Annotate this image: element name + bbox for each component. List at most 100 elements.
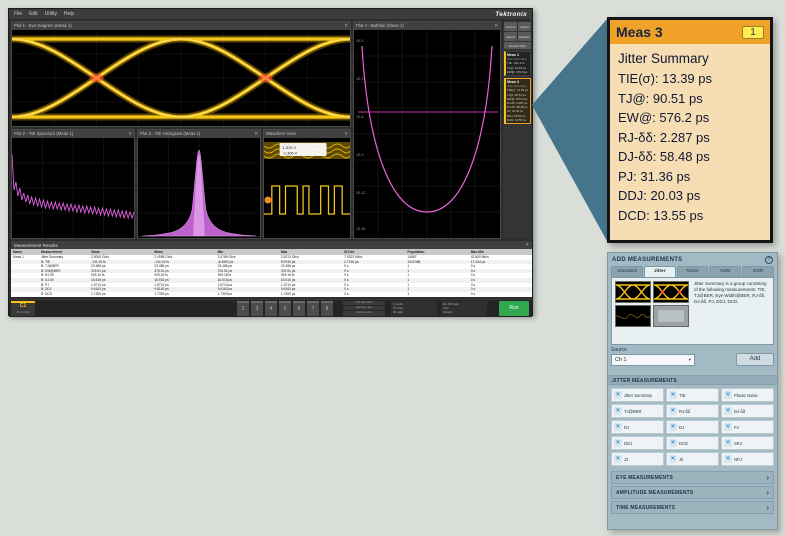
toolbar-button[interactable]: Measure <box>518 32 531 41</box>
run-button[interactable]: Run <box>499 301 529 316</box>
histogram-plot-title: Plot 3 - TIE Histogram (Meas 1) <box>140 130 200 138</box>
close-icon[interactable]: ✕ <box>494 22 498 30</box>
results-cell: 0 s <box>469 292 532 297</box>
histogram-canvas[interactable] <box>138 138 260 238</box>
menu-item[interactable]: Utility <box>45 11 57 17</box>
measurement-item[interactable]: ✕ RJ-δδ <box>666 404 719 418</box>
meas3-badge[interactable]: Meas 3 Jitter Summary TIE(σ): 13.39 psTJ… <box>504 78 531 124</box>
source-row: Source Ch 1 ▾ Add <box>611 347 774 373</box>
tab-jitter[interactable]: Jitter <box>644 266 676 277</box>
page: FileEditUtilityHelp Tektronix Plot 1 - E… <box>0 0 785 536</box>
callout-line: EW@: 576.2 ps <box>618 108 762 128</box>
help-icon[interactable]: ? <box>765 256 773 264</box>
chevron-right-icon: › <box>766 472 769 483</box>
measurement-label: PJ <box>734 425 739 430</box>
meas1-badge[interactable]: Meas 1 Jitter Summary TIE: -131.2 fsTJ@:… <box>504 51 531 76</box>
histogram-plot-titlebar[interactable]: Plot 3 - TIE Histogram (Meas 1) ✕ <box>138 130 260 138</box>
tab-ddr[interactable]: DDR <box>742 266 774 277</box>
overlay-value: -1.306 V <box>283 150 298 155</box>
collapsed-section-row[interactable]: AMPLITUDE MEASUREMENTS › <box>611 486 774 499</box>
results-panel: Measurement Results ✕ Name Measurement V… <box>11 241 532 297</box>
add-new-button[interactable]: Add New Ref <box>343 306 385 310</box>
close-icon[interactable]: ✕ <box>344 22 348 30</box>
measurement-item[interactable]: ✕ Jitter Summary <box>611 388 664 402</box>
channel-button[interactable]: 7 <box>307 301 319 316</box>
measurement-item[interactable]: ✕ PJ <box>721 420 774 434</box>
measurement-item[interactable]: ✕ SRJ <box>721 436 774 450</box>
add-button[interactable]: Add <box>736 353 774 366</box>
spectrum-graphic <box>12 138 134 238</box>
results-cell: 0 s <box>342 292 405 297</box>
acquisition-info-box[interactable]: RL: 250 kptsAutoSample <box>441 301 487 316</box>
close-icon[interactable]: ✕ <box>128 130 132 138</box>
spectrum-plot-titlebar[interactable]: Plot 2 - TIE Spectrum (Meas 1) ✕ <box>12 130 134 138</box>
toolbar-button[interactable]: Cursors <box>504 22 517 31</box>
bathtub-plot-titlebar[interactable]: Plot 4 - Bathtub (Meas 1) ✕ <box>354 22 500 30</box>
measurement-item[interactable]: ✕ J2 <box>611 452 664 466</box>
waveform-view-titlebar[interactable]: Waveform View ✕ <box>264 130 350 138</box>
collapsed-section-row[interactable]: EYE MEASUREMENTS › <box>611 471 774 484</box>
toolbar-button[interactable]: Search <box>504 32 517 41</box>
bathtub-tick-label: 1E-9 <box>356 153 363 157</box>
collapsed-sections: EYE MEASUREMENTS › AMPLITUDE MEASUREMENT… <box>608 471 777 514</box>
tab-noise[interactable]: Noise <box>677 266 709 277</box>
channel-button[interactable]: 2 <box>237 301 249 316</box>
channel-button[interactable]: 4 <box>265 301 277 316</box>
description-text: Jitter Summary is a group consisting of … <box>694 281 770 305</box>
waveform-view: Waveform View ✕ 1.319 V -1.306 V <box>263 129 351 239</box>
results-table-button[interactable]: Results Table <box>504 42 531 49</box>
close-icon[interactable]: ✕ <box>525 241 529 249</box>
callout-connector <box>532 17 607 243</box>
eye-x-icon: ✕ <box>669 423 677 431</box>
measurement-item[interactable]: ✕ DJ <box>666 420 719 434</box>
collapsed-section-row[interactable]: TIME MEASUREMENTS › <box>611 501 774 514</box>
eye-diagram-canvas[interactable] <box>12 30 350 126</box>
tab-standard[interactable]: Standard <box>611 266 643 277</box>
measurement-label: DCD <box>679 441 688 446</box>
add-new-button[interactable]: Add New Bus <box>343 311 385 315</box>
caret-down-icon: ▾ <box>689 357 691 363</box>
callout-line: RJ-δδ: 2.287 ps <box>618 128 762 148</box>
eye-x-icon: ✕ <box>614 455 622 463</box>
eye-x-icon: ✕ <box>724 439 732 447</box>
waveform-handle-marker[interactable] <box>264 197 271 204</box>
source-select[interactable]: Ch 1 ▾ <box>611 354 695 366</box>
measurement-item[interactable]: ✕ RJ <box>611 420 664 434</box>
measurement-item[interactable]: ✕ DDJ <box>611 436 664 450</box>
channel-button[interactable]: 8 <box>321 301 333 316</box>
eye-x-icon: ✕ <box>724 391 732 399</box>
channel-button[interactable]: 6 <box>293 301 305 316</box>
measurement-label: TIE <box>679 393 686 398</box>
horizontal-info-box[interactable]: 1 ns/div25 GS/s40 ps/pt <box>391 301 437 316</box>
measurement-item[interactable]: ✕ NPJ <box>721 452 774 466</box>
add-new-button[interactable]: Add New Math <box>343 301 385 305</box>
eye-x-icon: ✕ <box>724 423 732 431</box>
channel-button[interactable]: 5 <box>279 301 291 316</box>
section-label: AMPLITUDE MEASUREMENTS <box>616 490 693 496</box>
spectrum-canvas[interactable] <box>12 138 134 238</box>
toolbar-button[interactable]: Callout <box>518 22 531 31</box>
histogram-graphic <box>138 138 260 238</box>
close-icon[interactable]: ✕ <box>254 130 258 138</box>
menu-item[interactable]: Help <box>64 11 74 17</box>
measurement-item[interactable]: ✕ Phase Noise <box>721 388 774 402</box>
channel-button[interactable]: 3 <box>251 301 263 316</box>
tab-ojm[interactable]: OJM <box>709 266 741 277</box>
close-icon[interactable]: ✕ <box>344 130 348 138</box>
measurement-item[interactable]: ✕ TJ@BER <box>611 404 664 418</box>
channel-1-button[interactable]: C1 50 mV/div <box>11 301 35 316</box>
callout-line: DDJ: 20.03 ps <box>618 186 762 206</box>
measurement-item[interactable]: ✕ TIE <box>666 388 719 402</box>
results-header[interactable]: Measurement Results ✕ <box>11 241 532 249</box>
measurement-item[interactable]: ✕ J9 <box>666 452 719 466</box>
menu-item[interactable]: Edit <box>29 11 38 17</box>
measurement-item[interactable]: ✕ DCD <box>666 436 719 450</box>
eye-plot-titlebar[interactable]: Plot 1 - Eye Diagram (Meas 1) ✕ <box>12 22 350 30</box>
waveform-canvas[interactable]: 1.319 V -1.306 V <box>264 138 350 238</box>
bathtub-canvas[interactable]: 1E-0 1E-3 1E-6 1E-9 1E-12 1E-15 <box>354 30 500 238</box>
results-cell: 1.7309 ps <box>152 292 215 297</box>
measurement-item[interactable]: ✕ DJ-δδ <box>721 404 774 418</box>
bathtub-tick-label: 1E-3 <box>356 77 363 81</box>
menu-item[interactable]: File <box>14 11 22 17</box>
panel-tabs: Standard Jitter Noise OJM DDR <box>608 266 777 277</box>
